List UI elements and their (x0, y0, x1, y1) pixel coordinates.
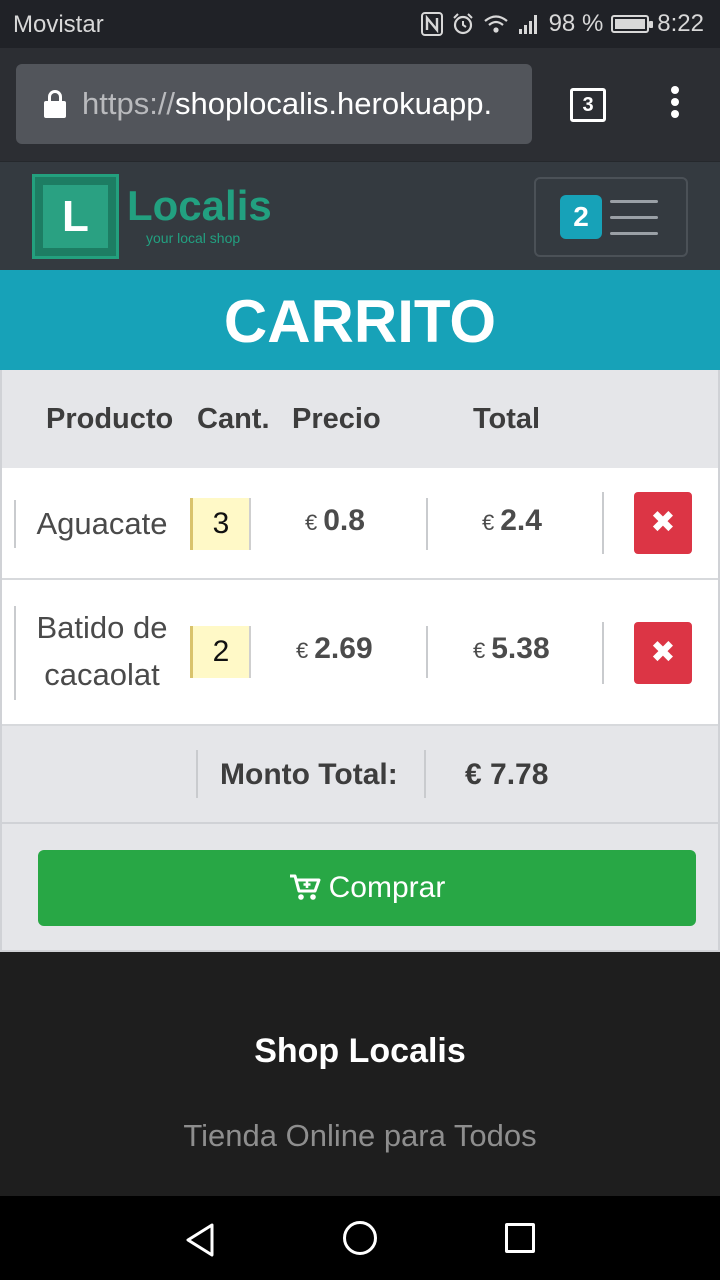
logo-tagline: your local shop (146, 230, 241, 246)
address-bar[interactable]: https://shoplocalis.herokuapp. (16, 64, 532, 144)
currency-symbol: € (482, 510, 495, 535)
cell-divider (196, 750, 198, 798)
checkout-label: Comprar (328, 871, 446, 904)
url-scheme: https:// (82, 86, 176, 121)
currency-symbol: € (473, 638, 486, 663)
battery-icon (611, 15, 654, 33)
cart-total-row: Monto Total: € 7.78 (2, 726, 718, 824)
currency-symbol: € (296, 638, 309, 663)
cell-divider (602, 492, 604, 554)
status-icons: 98 % 8:22 (420, 10, 704, 38)
cart-plus-icon (289, 874, 321, 900)
total-value: 2.4 (500, 504, 542, 537)
cell-divider (424, 750, 426, 798)
carrier-name: Movistar (13, 11, 104, 38)
total-value: 5.38 (491, 632, 550, 665)
quantity-field[interactable]: 3 (190, 498, 251, 550)
table-row: Aguacate 3 €0.8 €2.4 ✖ (2, 468, 718, 580)
hamburger-icon (610, 200, 658, 248)
checkout-button[interactable]: Comprar (38, 850, 696, 926)
url-host: shoplocalis.herokuapp. (175, 86, 493, 121)
header-price: Precio (292, 403, 381, 435)
logo-name[interactable]: Localis (127, 182, 272, 230)
cart-total-amount: € 7.78 (465, 758, 549, 791)
price-value: 0.8 (323, 504, 365, 537)
page-title: CARRITO (0, 270, 720, 370)
browser-toolbar: https://shoplocalis.herokuapp. 3 (0, 48, 720, 161)
logo-letter: L (43, 185, 108, 248)
cell-divider (14, 606, 16, 700)
logo-mark[interactable]: L (32, 174, 119, 259)
remove-item-button[interactable]: ✖ (634, 492, 692, 554)
currency-symbol: € (305, 510, 318, 535)
cell-divider (14, 500, 16, 548)
cell-divider (426, 626, 428, 678)
recent-apps-icon[interactable] (505, 1223, 535, 1253)
lock-icon (44, 90, 66, 118)
header-quantity: Cant. (197, 403, 270, 435)
product-name: Batido de cacaolat (36, 610, 168, 692)
cell-divider (426, 498, 428, 550)
remove-item-button[interactable]: ✖ (634, 622, 692, 684)
line-total: €5.38 (473, 632, 550, 666)
system-navigation-bar (0, 1196, 720, 1280)
total-label: Monto Total: (220, 758, 398, 791)
nfc-icon (420, 12, 443, 36)
header-product: Producto (46, 403, 174, 435)
product-name: Aguacate (36, 506, 168, 541)
quantity-field[interactable]: 2 (190, 626, 251, 678)
back-icon[interactable] (184, 1222, 216, 1258)
wifi-icon (483, 15, 508, 33)
cell-divider (602, 622, 604, 684)
url-text[interactable]: https://shoplocalis.herokuapp. (82, 86, 492, 122)
home-icon[interactable] (343, 1221, 377, 1255)
line-total: €2.4 (482, 504, 542, 538)
more-options-icon[interactable] (665, 86, 685, 126)
alarm-icon (452, 13, 473, 35)
footer-title: Shop Localis (254, 1032, 466, 1070)
battery-percent: 98 % (548, 10, 604, 37)
table-header: Producto Cant. Precio Total (2, 370, 718, 468)
cart-table: Producto Cant. Precio Total Aguacate 3 €… (0, 370, 720, 952)
site-navbar: L Localis your local shop 2 (0, 161, 720, 270)
footer-subtitle: Tienda Online para Todos (183, 1118, 537, 1153)
price-value: 2.69 (314, 632, 373, 665)
clock: 8:22 (657, 10, 704, 37)
unit-price: €0.8 (305, 504, 365, 538)
table-row: Batido de cacaolat 2 €2.69 €5.38 ✖ (2, 580, 718, 726)
tab-switcher-button[interactable]: 3 (570, 88, 606, 122)
cart-count-badge: 2 (560, 195, 602, 239)
signal-icon (518, 15, 537, 34)
menu-toggle-button[interactable]: 2 (534, 177, 688, 257)
unit-price: €2.69 (296, 632, 373, 666)
site-footer: Shop Localis Tienda Online para Todos (0, 952, 720, 1196)
header-total: Total (473, 403, 541, 435)
status-bar: Movistar 98 % 8:22 (0, 0, 720, 48)
